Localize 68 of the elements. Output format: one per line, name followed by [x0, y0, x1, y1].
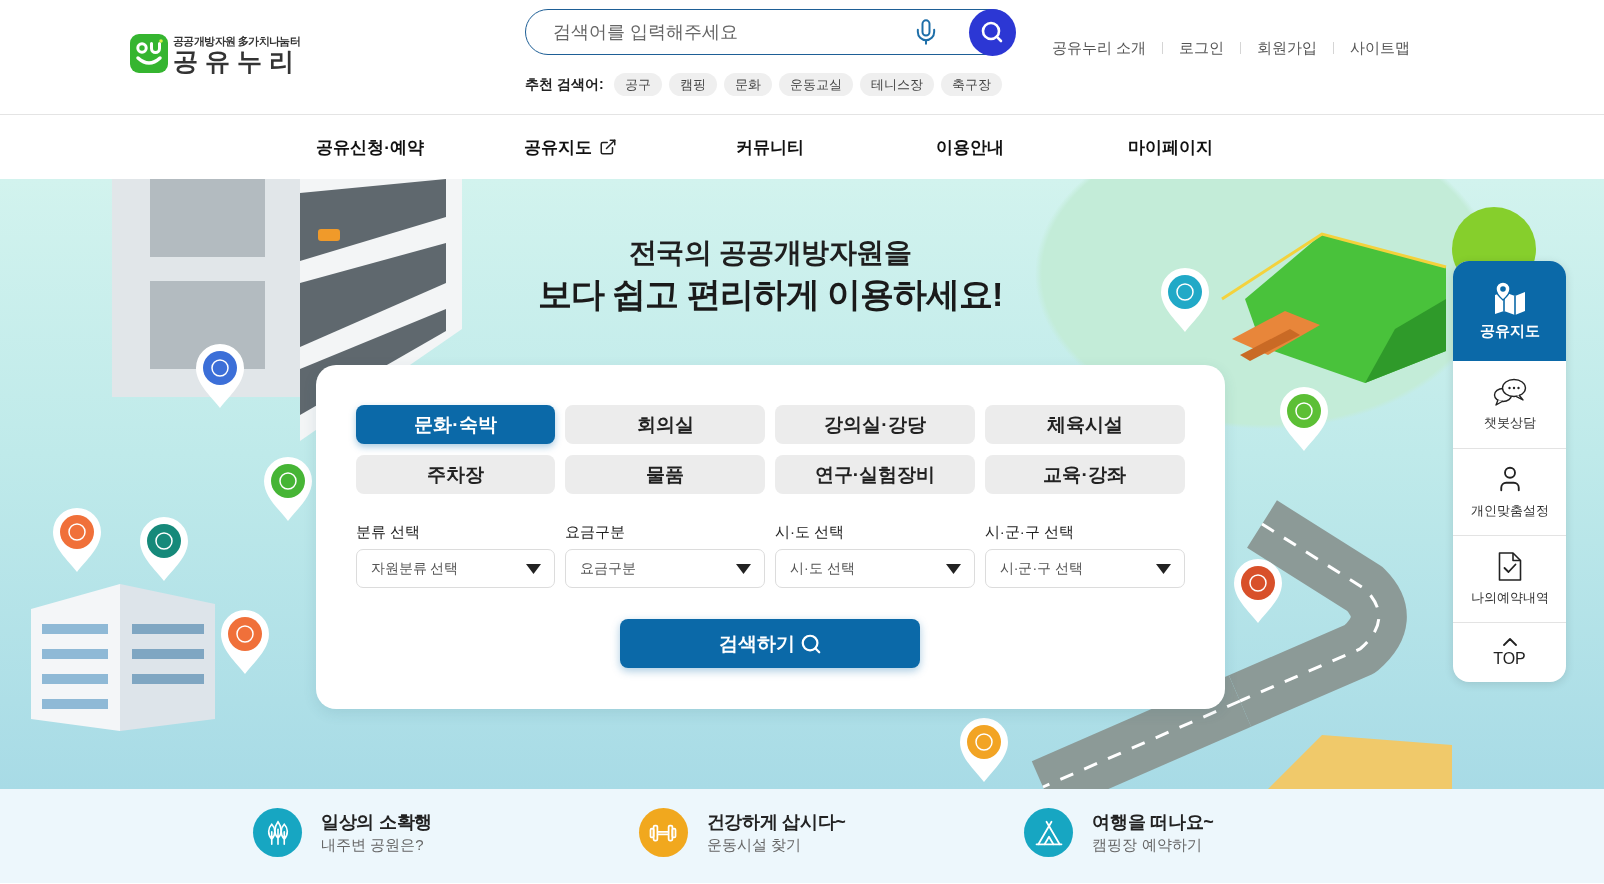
- dropdown-select[interactable]: 시·군·구 선택: [984, 549, 1185, 588]
- keyword-chip[interactable]: 축구장: [940, 73, 1002, 96]
- keyword-chip[interactable]: 공구: [613, 73, 662, 96]
- shortcut-link[interactable]: 건강하게 삽시다~ 운동시설 찾기: [638, 808, 1025, 857]
- caret-icon: [736, 563, 751, 574]
- keyword-chip[interactable]: 문화: [723, 73, 772, 96]
- search-icon: [980, 20, 1004, 44]
- shortcut-link[interactable]: 일상의 소확행 내주변 공원은?: [253, 808, 639, 857]
- map-pin-drawing: [53, 508, 101, 572]
- caret-icon: [945, 563, 961, 574]
- top-button[interactable]: TOP: [1453, 622, 1566, 682]
- hero-headline: 보다 쉽고 편리하게 이용하세요!: [537, 274, 1003, 315]
- category-button[interactable]: 회의실: [565, 405, 765, 444]
- utility-link[interactable]: 회원가입: [1257, 38, 1317, 58]
- nav-link[interactable]: 마이페이지: [1127, 135, 1213, 159]
- map-pin-drawing: [196, 344, 244, 408]
- search-field[interactable]: 검색어를 입력해주세요: [553, 10, 912, 54]
- logo-tagline: 공공개방자원 多가치나눔터: [173, 35, 301, 48]
- search-submit-button[interactable]: 검색하기: [620, 619, 920, 668]
- utility-link[interactable]: 사이트맵: [1350, 38, 1410, 58]
- chevron-up-icon: [1502, 637, 1517, 646]
- map-pin-drawing: [1234, 559, 1282, 623]
- utility-link[interactable]: 공유누리 소개: [1051, 38, 1146, 58]
- keyword-chip[interactable]: 테니스장: [859, 73, 934, 96]
- caret-icon: [1155, 563, 1171, 574]
- nav-link[interactable]: 공유신청·예약: [316, 135, 424, 159]
- filter-label: 시·군·구 선택: [984, 522, 1074, 542]
- category-button[interactable]: 물품: [565, 455, 765, 494]
- quick-menu-item[interactable]: 챗봇상담: [1453, 361, 1566, 448]
- quick-menu-item[interactable]: 개인맞춤설정: [1453, 448, 1566, 535]
- filter-label: 요금구분: [565, 522, 626, 542]
- search-button[interactable]: [968, 8, 1016, 56]
- category-button[interactable]: 교육·강좌: [984, 455, 1185, 494]
- chat-bubbles-icon: [1492, 377, 1527, 406]
- map-pin-drawing: [264, 457, 312, 521]
- map-pin-drawing: [960, 718, 1008, 782]
- caret-icon: [526, 563, 542, 574]
- keyword-chip[interactable]: 캠핑: [668, 73, 717, 96]
- document-check-icon: [1497, 551, 1522, 581]
- recommended-label: 추천 검색어:: [525, 75, 604, 94]
- keyword-chip[interactable]: 운동교실: [778, 73, 853, 96]
- category-button[interactable]: 강의실·강당: [775, 405, 975, 444]
- logo-wordmark: 공 유 누 리: [173, 48, 295, 74]
- logo-icon: [130, 34, 168, 73]
- nav-link[interactable]: 이용안내: [936, 135, 1004, 159]
- map-pin-drawing: [140, 517, 188, 581]
- dropdown-select[interactable]: 시·도 선택: [775, 549, 975, 588]
- filter-label: 분류 선택: [355, 522, 420, 542]
- map-pin-drawing: [1161, 268, 1209, 332]
- category-button[interactable]: 문화·숙박: [355, 405, 556, 444]
- search-bar[interactable]: 검색어를 입력해주세요: [525, 9, 1015, 55]
- nav-link[interactable]: 커뮤니티: [736, 135, 804, 159]
- quick-menu-item[interactable]: 공유지도: [1453, 261, 1566, 361]
- utility-link[interactable]: 로그인: [1179, 38, 1224, 58]
- nav-link[interactable]: 공유지도: [523, 135, 617, 159]
- category-button[interactable]: 연구·실험장비: [775, 455, 975, 494]
- filter-label: 시·도 선택: [775, 522, 845, 542]
- map-pin-drawing: [1280, 387, 1328, 451]
- map-pin-drawing: [221, 610, 269, 674]
- category-button[interactable]: 주차장: [355, 455, 556, 494]
- category-button[interactable]: 체육시설: [984, 405, 1185, 444]
- dropdown-select[interactable]: 자원분류 선택: [355, 549, 556, 588]
- shortcut-link[interactable]: 여행을 떠나요~ 캠핑장 예약하기: [1024, 808, 1410, 857]
- dropdown-select[interactable]: 요금구분: [565, 549, 765, 588]
- search-icon: [799, 632, 822, 655]
- map-icon: [1492, 281, 1527, 315]
- quick-menu-item[interactable]: 나의예약내역: [1453, 535, 1566, 622]
- hero-title: 전국의 공공개방자원을: [628, 236, 912, 270]
